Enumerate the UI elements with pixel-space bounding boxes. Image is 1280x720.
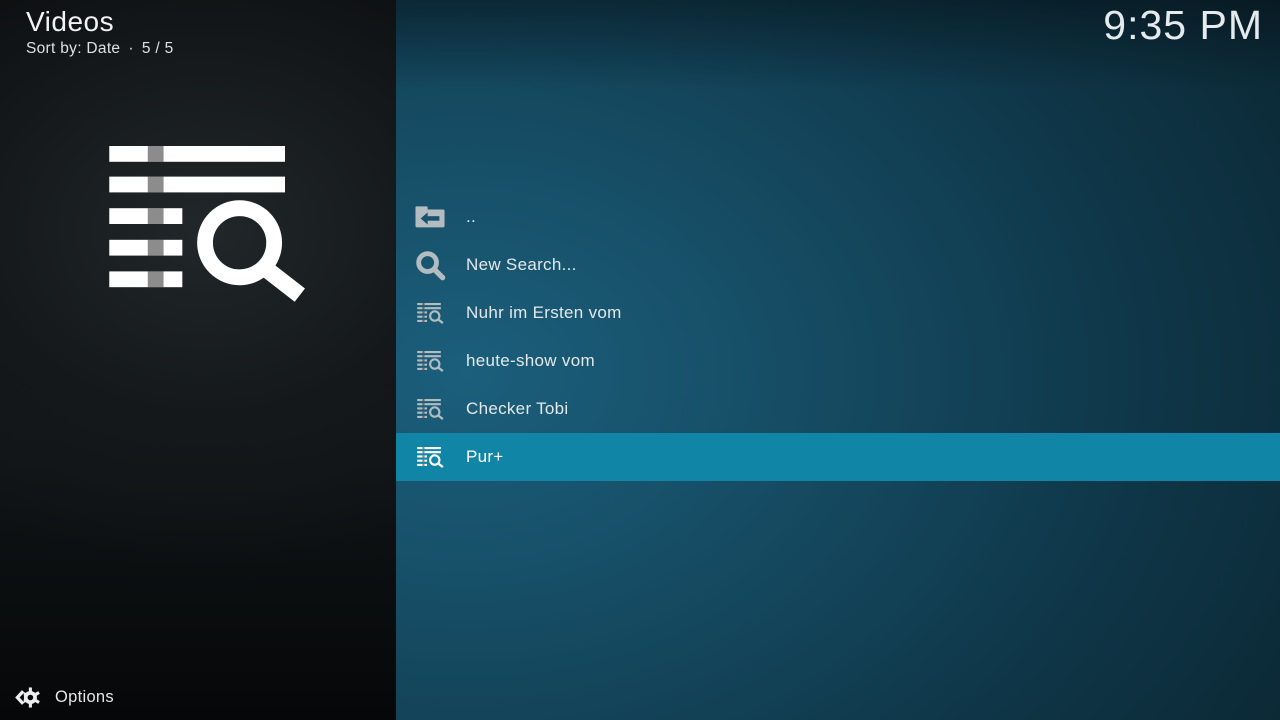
window-header: Videos Sort by: Date · 5 / 5 bbox=[26, 6, 174, 58]
kodi-screen: 9:35 PM bbox=[0, 0, 1280, 720]
options-label: Options bbox=[55, 688, 114, 707]
page-title: Videos bbox=[26, 6, 174, 38]
separator-dot: · bbox=[128, 40, 133, 57]
options-button[interactable]: Options bbox=[14, 684, 114, 711]
list-item-saved-search-4-selected[interactable]: Pur+ bbox=[396, 433, 1280, 481]
list-item-label: Nuhr im Ersten vom bbox=[466, 303, 622, 323]
search-history-icon-large bbox=[108, 146, 308, 302]
list-item-label: .. bbox=[466, 207, 476, 227]
list-item-parent-folder[interactable]: .. bbox=[396, 193, 1280, 241]
list-item-saved-search-3[interactable]: Checker Tobi bbox=[396, 385, 1280, 433]
search-icon bbox=[413, 250, 447, 280]
parent-folder-icon bbox=[413, 202, 447, 232]
item-position: 5 / 5 bbox=[142, 40, 174, 57]
sort-status: Sort by: Date · 5 / 5 bbox=[26, 40, 174, 58]
list-item-saved-search-1[interactable]: Nuhr im Ersten vom bbox=[396, 289, 1280, 337]
search-history-icon bbox=[413, 442, 447, 472]
list-item-label: New Search... bbox=[466, 255, 577, 275]
search-list: .. New Search... bbox=[396, 193, 1280, 481]
list-item-label: Pur+ bbox=[466, 447, 504, 467]
list-item-saved-search-2[interactable]: heute-show vom bbox=[396, 337, 1280, 385]
list-item-new-search[interactable]: New Search... bbox=[396, 241, 1280, 289]
search-history-icon bbox=[413, 394, 447, 424]
list-item-label: Checker Tobi bbox=[466, 399, 569, 419]
content-panel: 9:35 PM bbox=[396, 0, 1280, 720]
sidebar-panel: Videos Sort by: Date · 5 / 5 bbox=[0, 0, 396, 720]
list-item-label: heute-show vom bbox=[466, 351, 595, 371]
sort-label: Sort by: Date bbox=[26, 40, 120, 57]
clock: 9:35 PM bbox=[1103, 2, 1263, 49]
search-history-icon bbox=[413, 346, 447, 376]
options-gear-icon bbox=[14, 684, 41, 711]
search-history-icon bbox=[413, 298, 447, 328]
